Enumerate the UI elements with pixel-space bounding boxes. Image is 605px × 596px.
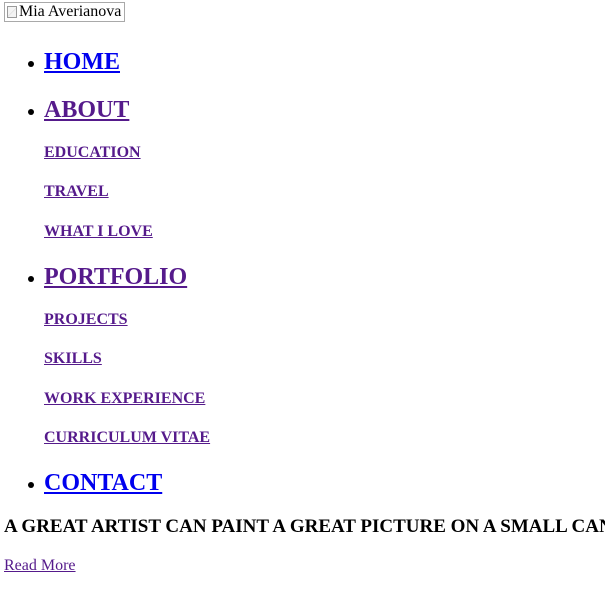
hero-heading: A GREAT ARTIST CAN PAINT A GREAT PICTURE… — [4, 516, 605, 537]
list-bullet — [28, 276, 34, 282]
nav-link-curriculum-vitae[interactable]: CURRICULUM VITAE — [44, 429, 210, 447]
nav-link-contact[interactable]: CONTACT — [44, 469, 162, 497]
nav-link-work-experience[interactable]: WORK EXPERIENCE — [44, 390, 205, 408]
logo-alt-text: Mia Averianova — [19, 3, 122, 20]
site-logo[interactable]: Mia Averianova — [4, 2, 126, 22]
nav-link-skills[interactable]: SKILLS — [44, 350, 102, 368]
list-bullet — [28, 61, 34, 67]
broken-image-icon — [7, 6, 17, 18]
nav-link-travel[interactable]: TRAVEL — [44, 183, 109, 201]
list-bullet — [28, 482, 34, 488]
nav-link-portfolio[interactable]: PORTFOLIO — [44, 263, 187, 291]
page: Mia Averianova HOME ABOUT EDUCATION TRAV… — [0, 0, 605, 596]
nav-link-about[interactable]: ABOUT — [44, 96, 129, 124]
nav-link-projects[interactable]: PROJECTS — [44, 311, 128, 329]
read-more-link[interactable]: Read More — [4, 557, 76, 575]
nav-link-education[interactable]: EDUCATION — [44, 144, 141, 162]
nav-link-what-i-love[interactable]: WHAT I LOVE — [44, 223, 153, 241]
nav-link-home[interactable]: HOME — [44, 48, 120, 76]
list-bullet — [28, 109, 34, 115]
